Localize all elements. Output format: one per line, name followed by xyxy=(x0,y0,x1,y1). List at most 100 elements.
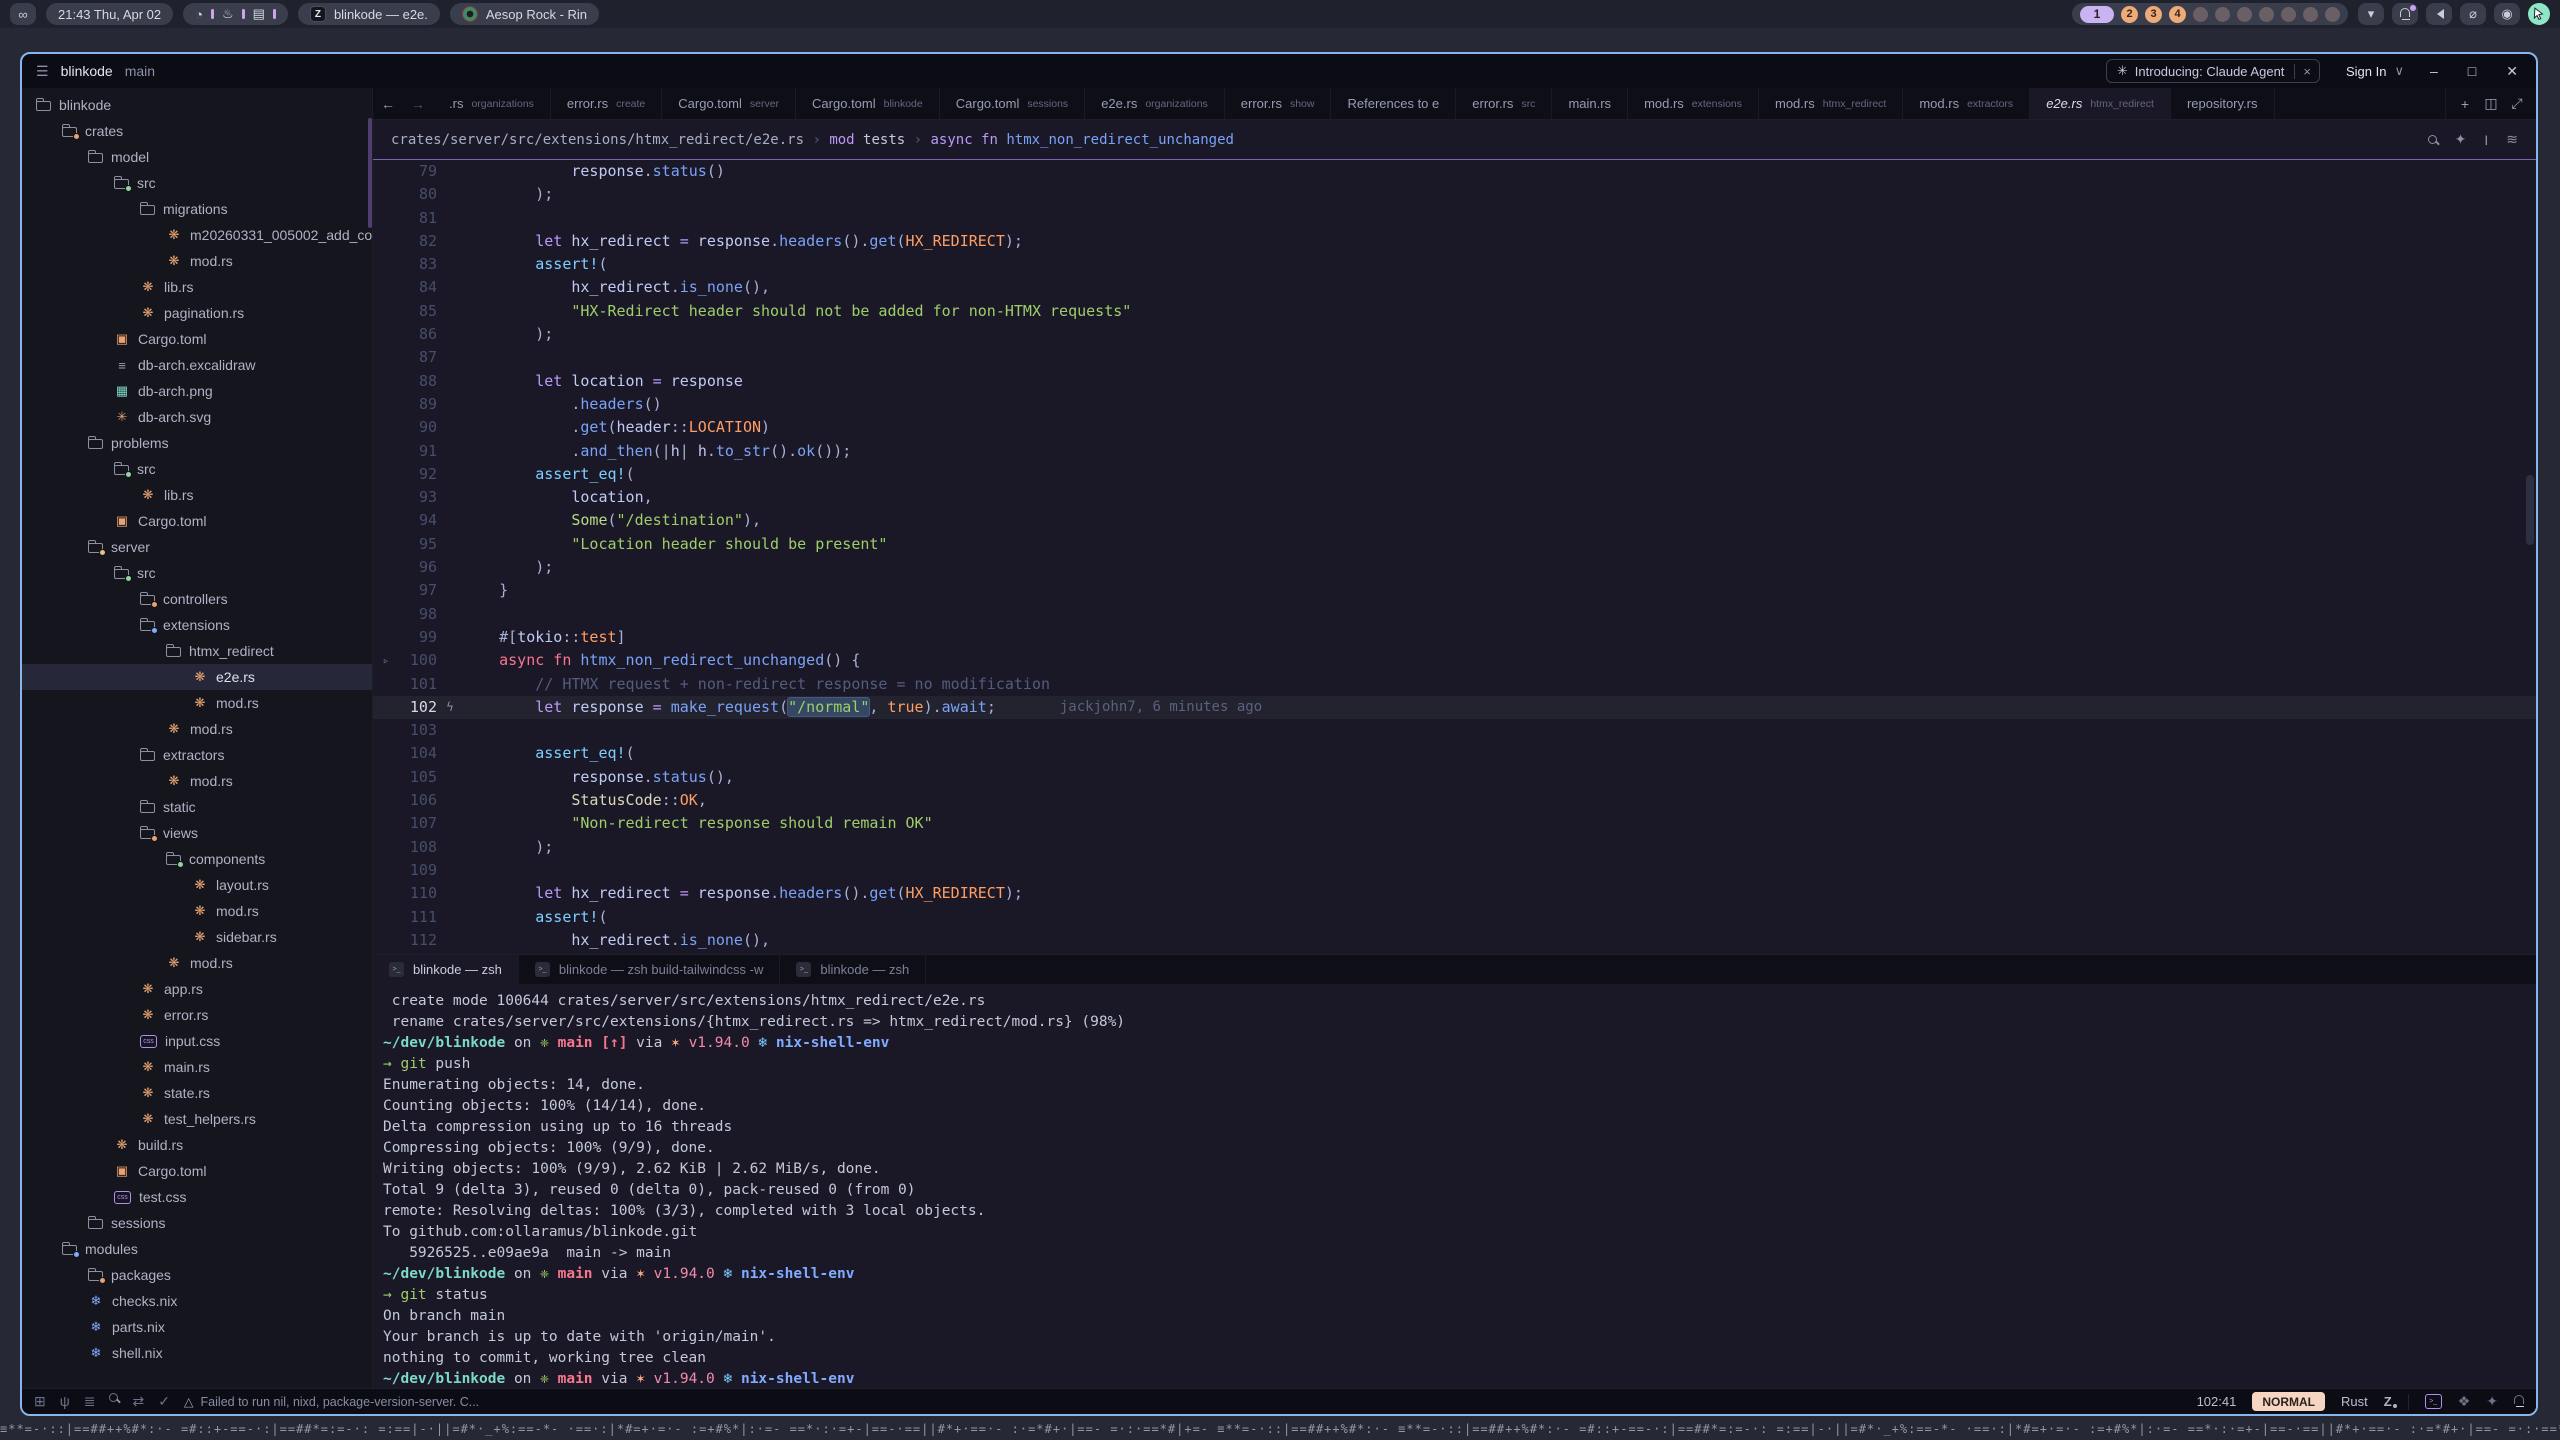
code-line[interactable]: 111 assert!( xyxy=(373,906,2536,929)
edit-prediction-icon[interactable]: Z xyxy=(2384,1394,2392,1409)
close-button[interactable]: ✕ xyxy=(2506,63,2518,80)
code-line[interactable]: 99 #[tokio::test] xyxy=(373,626,2536,649)
file-tree-item-controllers[interactable]: controllers xyxy=(22,586,372,612)
minimize-button[interactable]: – xyxy=(2430,63,2438,80)
editor-tab-error.rs[interactable]: error.rscreate xyxy=(551,88,662,119)
workspace-4[interactable]: 4 xyxy=(2169,6,2186,23)
code-line[interactable]: 94 Some("/destination"), xyxy=(373,509,2536,532)
search-all-icon[interactable] xyxy=(109,1393,118,1402)
file-tree-item-sessions[interactable]: sessions xyxy=(22,1210,372,1236)
file-tree-item-sidebar.rs[interactable]: ❋sidebar.rs xyxy=(22,924,372,950)
editor-scrollbar-thumb[interactable] xyxy=(2526,475,2534,545)
file-tree-item-htmx-redirect[interactable]: htmx_redirect xyxy=(22,638,372,664)
file-tree-item-static[interactable]: static xyxy=(22,794,372,820)
file-tree-item-src[interactable]: src xyxy=(22,560,372,586)
volume-icon[interactable] xyxy=(2426,3,2452,25)
file-tree-item-server[interactable]: server xyxy=(22,534,372,560)
editor-tab-.rs[interactable]: .rsorganizations xyxy=(433,88,551,119)
timer-icon[interactable]: ◔ xyxy=(195,7,203,22)
split-pane-button[interactable]: ◫ xyxy=(2478,95,2504,112)
debug-icon[interactable]: ❖ xyxy=(2458,1393,2471,1410)
lsp-status-message[interactable]: △ Failed to run nil, nixd, package-versi… xyxy=(184,1394,479,1409)
new-tab-button[interactable]: + xyxy=(2452,96,2478,112)
file-tree-item-build.rs[interactable]: ❋build.rs xyxy=(22,1132,372,1158)
file-tree-item-blinkode[interactable]: blinkode xyxy=(22,92,372,118)
file-tree-item-m20260331-005002-add-cours[interactable]: ❋m20260331_005002_add_cours xyxy=(22,222,372,248)
file-tree-item-test.css[interactable]: csstest.css xyxy=(22,1184,372,1210)
inline-assist-icon[interactable]: ✦ xyxy=(2455,131,2467,148)
media-player-pill[interactable]: Aesop Rock - Rin xyxy=(450,3,599,25)
code-line[interactable]: 103 xyxy=(373,719,2536,742)
terminal-tab[interactable]: >_blinkode — zsh xyxy=(780,955,926,984)
workspace-empty[interactable] xyxy=(2303,7,2318,22)
editor-tab-e2e.rs[interactable]: e2e.rsorganizations xyxy=(1085,88,1225,119)
code-action-icon[interactable]: ϟ xyxy=(437,696,463,719)
code-line[interactable]: 95 "Location header should be present" xyxy=(373,533,2536,556)
workspace-empty[interactable] xyxy=(2237,7,2252,22)
code-line[interactable]: 110 let hx_redirect = response.headers()… xyxy=(373,882,2536,905)
workspace-empty[interactable] xyxy=(2215,7,2230,22)
cursor-position[interactable]: 102:41 xyxy=(2197,1394,2237,1409)
owl-app-icon[interactable]: ◉ xyxy=(2494,3,2520,25)
file-tree-item-mod.rs[interactable]: ❋mod.rs xyxy=(22,690,372,716)
code-line[interactable]: 92 assert_eq!( xyxy=(373,463,2536,486)
code-line[interactable]: 89 .headers() xyxy=(373,393,2536,416)
file-tree-item-crates[interactable]: crates xyxy=(22,118,372,144)
workspace-empty[interactable] xyxy=(2259,7,2274,22)
editor-tab-error.rs[interactable]: error.rssrc xyxy=(1456,88,1552,119)
outline-icon[interactable]: ≣ xyxy=(84,1393,96,1410)
file-tree-item-app.rs[interactable]: ❋app.rs xyxy=(22,976,372,1002)
focused-window-pill[interactable]: Z blinkode — e2e. xyxy=(298,3,440,25)
search-icon[interactable] xyxy=(2428,135,2437,144)
code-line[interactable]: 80 ); xyxy=(373,183,2536,206)
editor-tab-error.rs[interactable]: error.rsshow xyxy=(1225,88,1332,119)
file-tree-item-packages[interactable]: packages xyxy=(22,1262,372,1288)
workspace-3[interactable]: 3 xyxy=(2145,6,2162,23)
assistant-icon[interactable]: ✦ xyxy=(2486,1393,2498,1410)
file-tree-item-modules[interactable]: modules xyxy=(22,1236,372,1262)
code-line[interactable]: 104 assert_eq!( xyxy=(373,742,2536,765)
tab-history-back-button[interactable]: ← xyxy=(373,88,403,119)
code-line[interactable]: 85 "HX-Redirect header should not be add… xyxy=(373,300,2536,323)
file-tree-item-problems[interactable]: problems xyxy=(22,430,372,456)
code-line[interactable]: 86 ); xyxy=(373,323,2536,346)
workspace-empty[interactable] xyxy=(2193,7,2208,22)
app-menu-icon[interactable]: ☰ xyxy=(36,63,49,80)
code-line[interactable]: 90 .get(header::LOCATION) xyxy=(373,416,2536,439)
git-branch-name[interactable]: main xyxy=(125,63,155,79)
claude-agent-banner[interactable]: ✳Introducing: Claude Agent × xyxy=(2106,59,2320,83)
file-tree-item-input.css[interactable]: cssinput.css xyxy=(22,1028,372,1054)
maximize-button[interactable]: □ xyxy=(2468,63,2476,80)
code-line[interactable]: 97 } xyxy=(373,579,2536,602)
project-panel[interactable]: blinkodecratesmodelsrcmigrations❋m202603… xyxy=(22,88,372,1388)
code-line[interactable]: 112 hx_redirect.is_none(), xyxy=(373,929,2536,952)
editor-tab-mod.rs[interactable]: mod.rsextensions xyxy=(1628,88,1759,119)
file-tree-item-cargo.toml[interactable]: ▣Cargo.toml xyxy=(22,1158,372,1184)
editor-tab-mod.rs[interactable]: mod.rsextractors xyxy=(1903,88,2030,119)
file-tree-item-src[interactable]: src xyxy=(22,170,372,196)
project-name[interactable]: blinkode xyxy=(61,63,113,79)
chevron-down-icon[interactable]: ▾ xyxy=(2358,3,2384,25)
workspace-1-active[interactable]: 1 xyxy=(2080,6,2114,23)
file-tree-item-src[interactable]: src xyxy=(22,456,372,482)
file-tree-item-mod.rs[interactable]: ❋mod.rs xyxy=(22,716,372,742)
file-tree-item-parts.nix[interactable]: ❄parts.nix xyxy=(22,1314,372,1340)
file-tree-item-checks.nix[interactable]: ❄checks.nix xyxy=(22,1288,372,1314)
file-tree-item-cargo.toml[interactable]: ▣Cargo.toml xyxy=(22,508,372,534)
editor-tab-references-to-e[interactable]: References to e xyxy=(1331,88,1456,119)
file-tree-item-db-arch.png[interactable]: ▦db-arch.png xyxy=(22,378,372,404)
file-tree-item-extractors[interactable]: extractors xyxy=(22,742,372,768)
breadcrumb[interactable]: crates/server/src/extensions/htmx_redire… xyxy=(373,120,2536,160)
file-tree-item-pagination.rs[interactable]: ❋pagination.rs xyxy=(22,300,372,326)
file-tree-item-layout.rs[interactable]: ❋layout.rs xyxy=(22,872,372,898)
file-tree-item-extensions[interactable]: extensions xyxy=(22,612,372,638)
code-line[interactable]: 81 xyxy=(373,207,2536,230)
sign-in-button[interactable]: Sign In ∨ xyxy=(2346,63,2404,79)
text-cursor-icon[interactable]: I xyxy=(2484,132,2488,148)
terminal-tab[interactable]: >_blinkode — zsh xyxy=(373,955,519,984)
code-line[interactable]: 87 xyxy=(373,346,2536,369)
editor-tab-cargo.toml[interactable]: Cargo.tomlblinkode xyxy=(796,88,940,119)
terminal-panel[interactable]: create mode 100644 crates/server/src/ext… xyxy=(373,984,2536,1388)
editor-tab-cargo.toml[interactable]: Cargo.tomlsessions xyxy=(940,88,1085,119)
code-editor[interactable]: 79 response.status()80 );8182 let hx_red… xyxy=(373,160,2536,954)
